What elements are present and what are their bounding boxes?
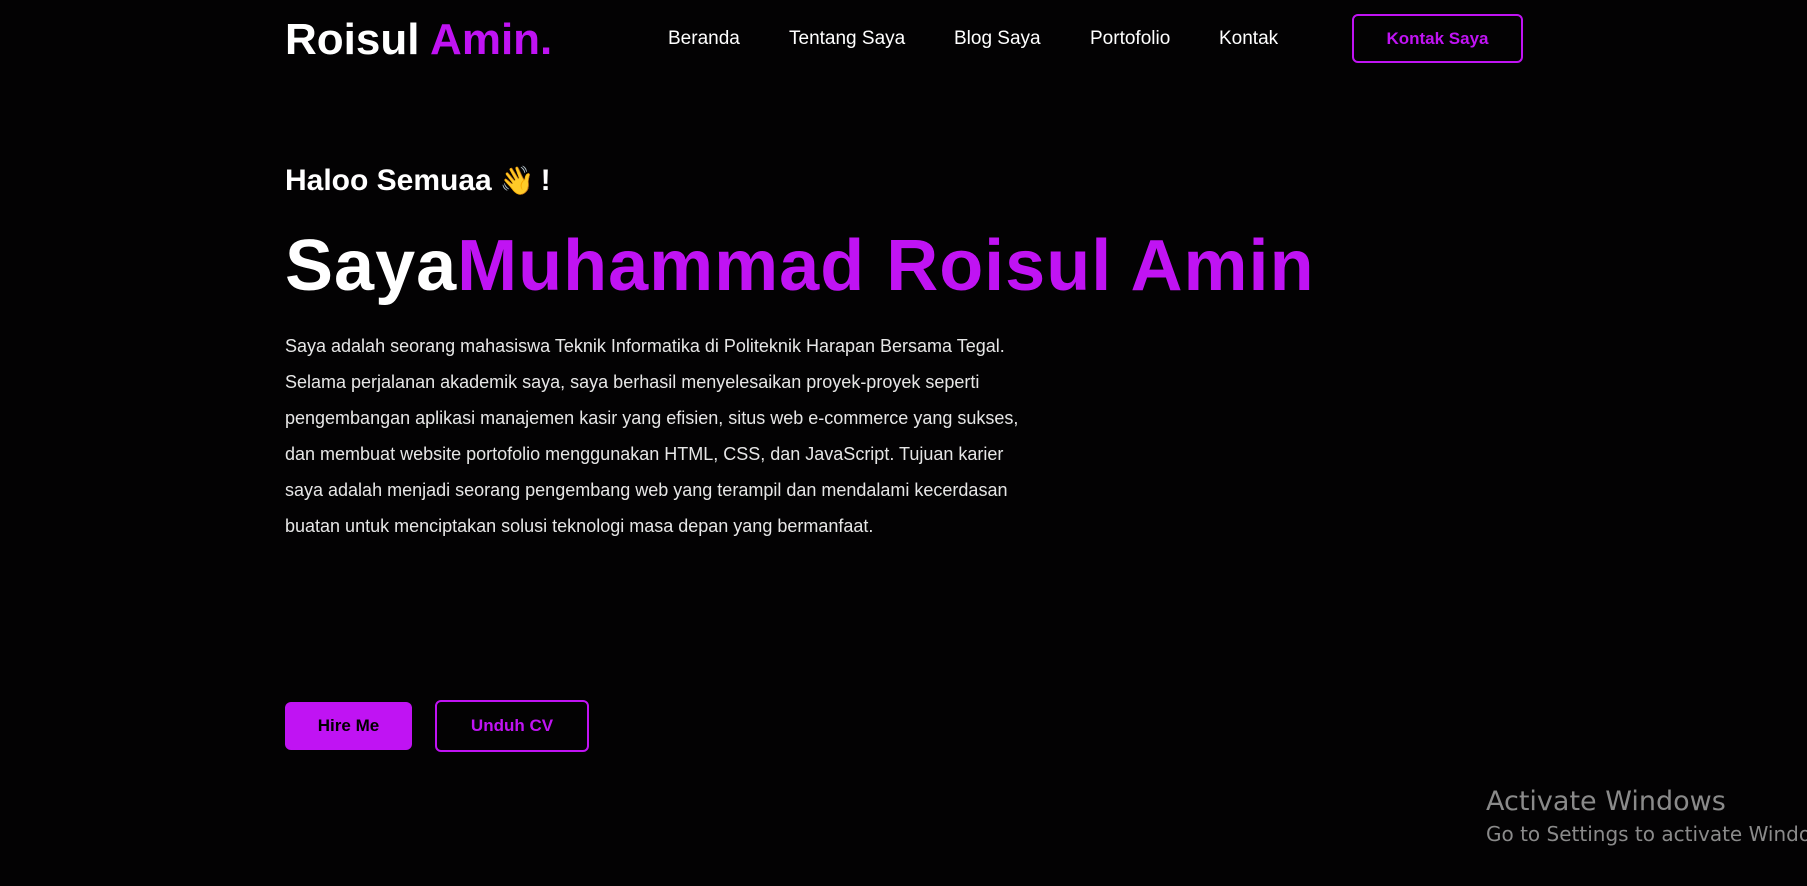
waving-hand-icon: 👋 — [499, 164, 535, 197]
download-cv-button[interactable]: Unduh CV — [435, 700, 589, 752]
logo-text: Roisul — [285, 15, 431, 64]
watermark-subtitle: Go to Settings to activate Windows. — [1486, 822, 1807, 846]
hero-greeting: Haloo Semuaa 👋! — [285, 162, 551, 200]
site-logo[interactable]: Roisul Amin. — [285, 14, 552, 66]
headline-name: Muhammad Roisul Amin — [457, 226, 1315, 306]
windows-activation-watermark: Activate Windows Go to Settings to activ… — [1486, 784, 1807, 848]
logo-accent: Amin. — [430, 15, 553, 64]
headline-prefix: Saya — [285, 226, 458, 306]
hire-me-button[interactable]: Hire Me — [285, 702, 412, 750]
contact-button[interactable]: Kontak Saya — [1352, 14, 1523, 63]
nav-item-kontak[interactable]: Kontak — [1219, 26, 1278, 52]
nav-item-tentang-saya[interactable]: Tentang Saya — [789, 26, 905, 52]
greeting-suffix: ! — [540, 164, 551, 197]
hero-bio: Saya adalah seorang mahasiswa Teknik Inf… — [285, 336, 1019, 536]
nav-item-beranda[interactable]: Beranda — [668, 26, 740, 52]
hero-headline: SayaMuhammad Roisul Amin — [285, 224, 1315, 308]
watermark-title: Activate Windows — [1486, 786, 1726, 817]
nav-item-blog-saya[interactable]: Blog Saya — [954, 26, 1041, 52]
nav-item-portofolio[interactable]: Portofolio — [1090, 26, 1170, 52]
greeting-text: Haloo Semuaa — [285, 164, 492, 197]
